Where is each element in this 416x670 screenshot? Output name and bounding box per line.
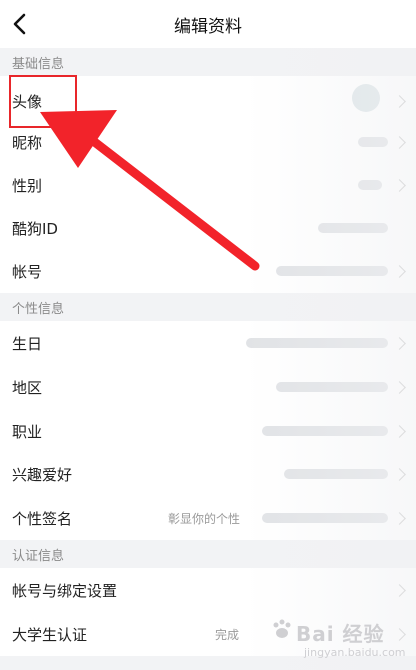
watermark: Bai 经验 jingyan.baidu.com xyxy=(268,616,416,666)
paw-icon xyxy=(273,619,291,638)
watermark-text: Bai 经验 xyxy=(296,622,385,646)
annotation-arrow xyxy=(40,110,260,271)
watermark-url: jingyan.baidu.com xyxy=(304,646,406,659)
